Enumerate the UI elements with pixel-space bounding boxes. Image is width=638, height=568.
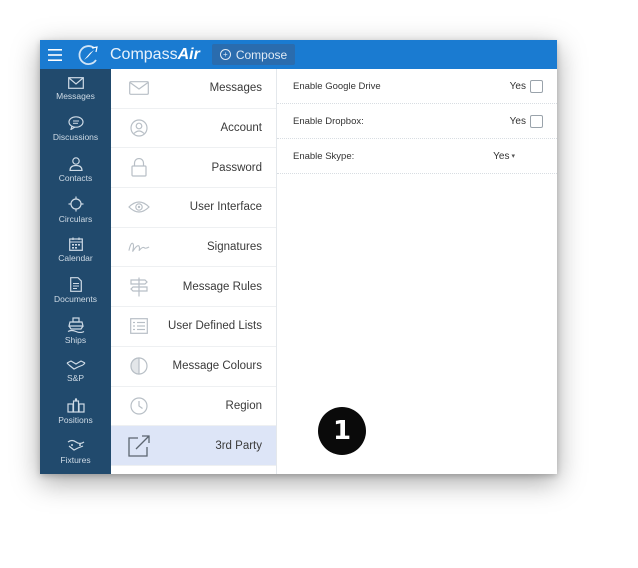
setting-label: Enable Skype: <box>293 150 355 162</box>
menu-item-label: Region <box>225 399 262 412</box>
envelope-icon <box>128 77 150 99</box>
menu-item-signatures[interactable]: Signatures <box>111 228 276 268</box>
nav-label: Messages <box>56 91 95 102</box>
nav-item-circulars[interactable]: Circulars <box>40 190 111 230</box>
select-value: Yes <box>493 150 510 162</box>
plus-circle-icon: + <box>219 49 231 60</box>
lock-icon <box>128 157 150 179</box>
brand-name-part: Air <box>177 45 200 63</box>
left-nav: Messages Discussions Contacts Circulars … <box>40 69 111 474</box>
envelope-icon <box>67 77 84 90</box>
nav-label: Discussions <box>52 132 99 143</box>
palette-icon <box>128 355 150 377</box>
app-brand: Compass Air <box>110 46 200 64</box>
nav-label: Contacts <box>58 172 93 183</box>
positions-icon <box>66 398 85 413</box>
menu-item-user-defined-lists[interactable]: User Defined Lists <box>111 307 276 347</box>
nav-label: Calendar <box>58 253 93 264</box>
menu-item-account[interactable]: Account <box>111 109 276 149</box>
nav-label: Fixtures <box>60 454 91 465</box>
compose-label: Compose <box>235 47 288 62</box>
setting-label: Enable Google Drive <box>293 80 381 92</box>
compass-logo-icon <box>76 40 102 69</box>
callout-number-badge: 1 <box>318 407 366 455</box>
menu-item-label: Password <box>211 161 263 174</box>
handshake-icon <box>66 360 85 370</box>
chat-bubble-icon <box>67 116 84 131</box>
menu-item-region[interactable]: Region <box>111 387 276 427</box>
account-icon <box>128 117 150 139</box>
menu-item-password[interactable]: Password <box>111 148 276 189</box>
top-bar: Compass Air + Compose <box>40 40 557 69</box>
menu-item-label: Signatures <box>207 241 262 254</box>
setting-row-dropbox: Enable Dropbox: Yes <box>277 104 557 139</box>
nav-label: S&P <box>66 373 84 384</box>
menu-item-label: User Defined Lists <box>168 320 262 333</box>
app-window: Compass Air + Compose Messages Discussion… <box>40 40 557 474</box>
nav-label: Ships <box>64 334 87 345</box>
hamburger-menu-icon[interactable] <box>40 40 70 69</box>
menu-item-label: Messages <box>209 82 262 95</box>
brand-name-part: Compass <box>110 45 178 63</box>
nav-item-positions[interactable]: Positions <box>40 391 111 431</box>
menu-item-label: Message Rules <box>182 280 262 293</box>
setting-row-google-drive: Enable Google Drive Yes <box>277 69 557 104</box>
google-drive-checkbox[interactable] <box>530 79 543 93</box>
fixtures-icon <box>67 439 84 451</box>
signpost-icon <box>128 276 150 298</box>
setting-value: Yes <box>509 115 526 127</box>
menu-item-message-colours[interactable]: Message Colours <box>111 347 276 387</box>
menu-item-3rd-party[interactable]: 3rd Party <box>111 426 276 466</box>
calendar-icon <box>68 237 83 252</box>
list-icon <box>128 315 150 337</box>
settings-content: Enable Google Drive Yes Enable Dropbox: … <box>277 69 557 474</box>
person-icon <box>68 156 83 171</box>
nav-item-calendar[interactable]: Calendar <box>40 230 111 270</box>
menu-item-user-interface[interactable]: User Interface <box>111 188 276 228</box>
document-icon <box>69 277 82 293</box>
nav-label: Circulars <box>58 214 93 225</box>
menu-item-label: Message Colours <box>172 360 262 373</box>
compose-button[interactable]: + Compose <box>211 44 296 65</box>
menu-item-label: User Interface <box>189 201 262 214</box>
nav-item-discussions[interactable]: Discussions <box>40 109 111 149</box>
menu-item-label: Account <box>220 122 262 135</box>
clock-icon <box>128 395 150 417</box>
ship-icon <box>67 317 84 333</box>
external-link-icon <box>128 434 150 457</box>
nav-item-messages[interactable]: Messages <box>40 69 111 109</box>
nav-item-sp[interactable]: S&P <box>40 351 111 391</box>
setting-control: Yes <box>509 79 543 93</box>
setting-value: Yes <box>509 80 526 92</box>
nav-item-contacts[interactable]: Contacts <box>40 150 111 190</box>
nav-label: Documents <box>54 294 97 305</box>
nav-item-documents[interactable]: Documents <box>40 270 111 310</box>
signature-icon <box>128 236 150 258</box>
settings-menu: Messages Account Password User Interface… <box>111 69 277 474</box>
menu-item-label: 3rd Party <box>215 439 262 452</box>
setting-label: Enable Dropbox: <box>293 115 364 127</box>
circulars-icon <box>68 196 83 212</box>
skype-select[interactable]: Yes ▾ <box>493 151 515 162</box>
eye-icon <box>128 196 150 218</box>
nav-item-ships[interactable]: Ships <box>40 311 111 351</box>
menu-item-messages[interactable]: Messages <box>111 69 276 109</box>
nav-label: Positions <box>58 415 93 426</box>
menu-item-message-rules[interactable]: Message Rules <box>111 267 276 308</box>
setting-control: Yes <box>509 114 543 128</box>
dropbox-checkbox[interactable] <box>530 114 543 128</box>
chevron-down-icon: ▾ <box>511 153 515 160</box>
nav-item-fixtures[interactable]: Fixtures <box>40 432 111 472</box>
setting-row-skype: Enable Skype: Yes ▾ <box>277 139 557 174</box>
